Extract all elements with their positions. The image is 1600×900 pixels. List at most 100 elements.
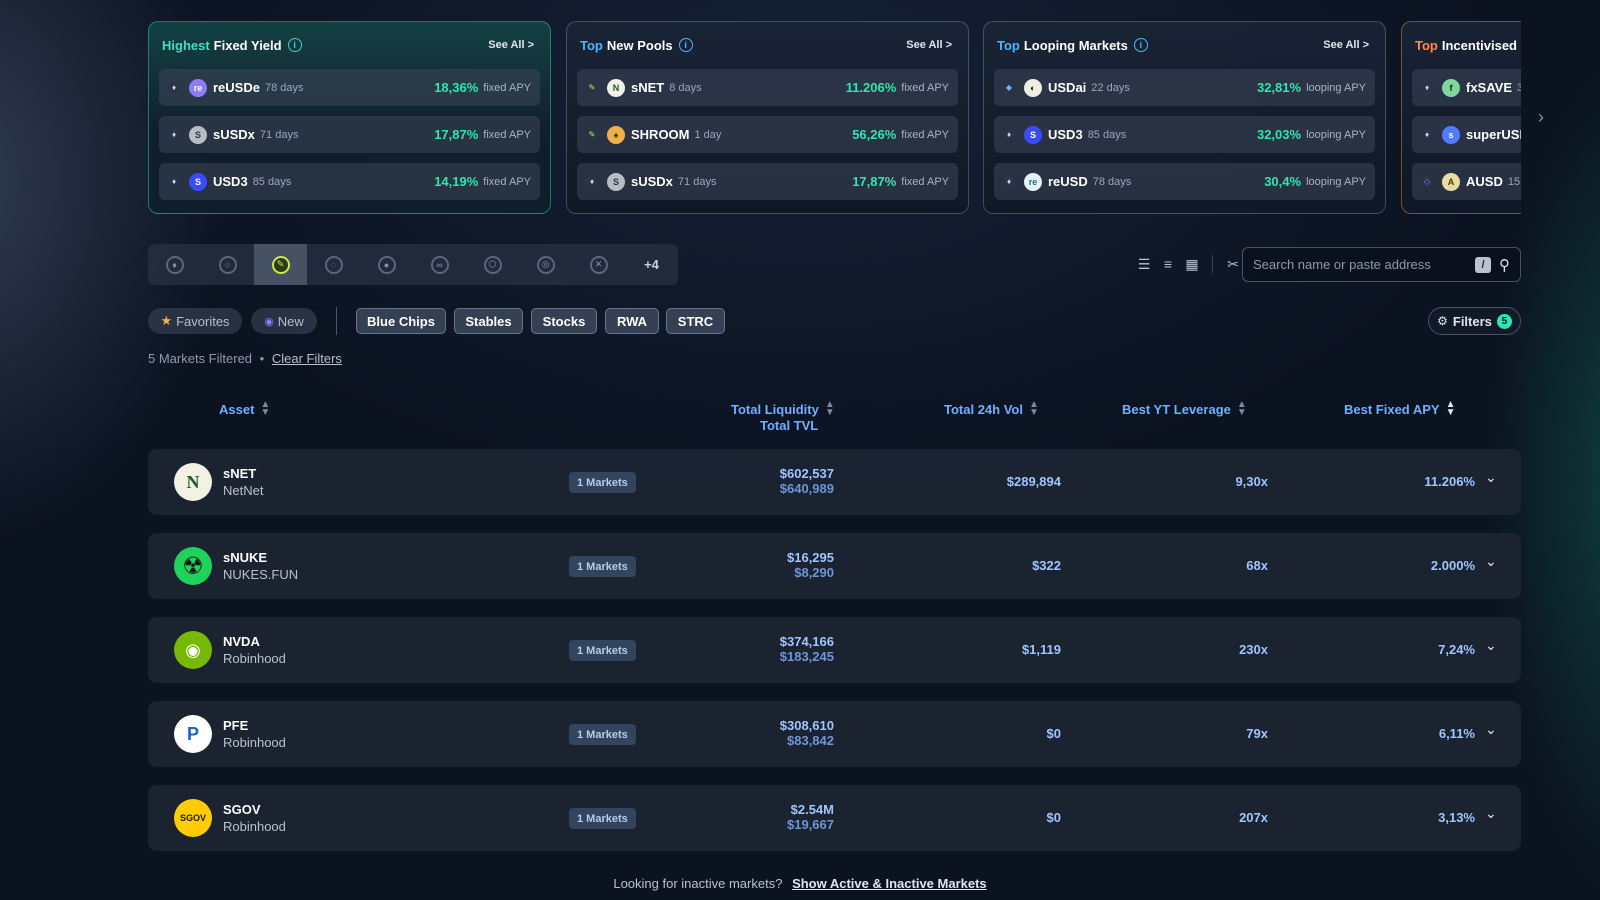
column-header-fixed-apy[interactable]: Best Fixed APY ▲ ▼ <box>1344 399 1456 418</box>
column-header-24h-vol[interactable]: Total 24h Vol ▲ ▼ <box>944 399 1039 418</box>
chain-filter-x[interactable]: ✕ <box>572 244 625 285</box>
sort-icon: ▲ ▼ <box>260 399 271 418</box>
total-tvl: $183,245 <box>779 649 834 664</box>
chevron-down-icon[interactable]: ⌄ <box>1485 805 1497 822</box>
asset-name: NUKES.FUN <box>223 567 299 582</box>
filters-button[interactable]: ⚙ Filters 5 <box>1428 307 1521 335</box>
pool-row[interactable]: ♦ re reUSD 78 days 30,4% looping APY <box>994 163 1375 200</box>
pool-row[interactable]: ◆ ◐ USDai 22 days 32,81% looping APY <box>994 69 1375 106</box>
liquidity-cell: $2.54M $19,667 <box>734 802 834 832</box>
pool-apy: 18,36% <box>434 80 479 95</box>
footer-question: Looking for inactive markets? <box>613 876 783 891</box>
chevron-down-icon[interactable]: ⌄ <box>1485 721 1497 738</box>
tag-rwa[interactable]: RWA <box>605 308 659 334</box>
pool-symbol: USD3 <box>213 174 248 189</box>
chevron-down-icon[interactable]: ⌄ <box>1485 469 1497 486</box>
favorites-label: Favorites <box>176 313 230 329</box>
pool-apy-kind: fixed APY <box>901 175 949 188</box>
divider <box>336 307 337 335</box>
best-fixed-apy: 6,11% <box>1438 726 1475 741</box>
tag-stables[interactable]: Stables <box>454 308 523 334</box>
chain-filter-more[interactable]: +4 <box>625 244 678 285</box>
mode-chain-icon: ✎ <box>586 81 598 94</box>
pool-row[interactable]: ♦ S sUSDx 71 days 17,87% fixed APY <box>159 116 540 153</box>
table-row[interactable]: P PFE Robinhood 1 Markets $308,610 $83,8… <box>148 701 1521 767</box>
pool-apy-kind: fixed APY <box>483 81 531 94</box>
pool-row[interactable]: ♦ f fxSAVE 3 <box>1412 69 1521 106</box>
header-label: Asset <box>219 401 255 417</box>
chain-icon: ◆ <box>1003 81 1015 94</box>
info-icon[interactable]: i <box>287 38 302 52</box>
pool-row[interactable]: ♦ S USD3 85 days 14,19% fixed APY <box>159 163 540 200</box>
search-icon[interactable]: ⚲ <box>1499 256 1510 274</box>
search-input[interactable] <box>1253 257 1475 272</box>
hexagon-icon: ⬡ <box>483 255 502 274</box>
sort-icon: ▲ ▼ <box>1236 399 1247 418</box>
tag-strc[interactable]: STRC <box>666 308 725 334</box>
chain-icon: ◇ <box>1421 175 1433 188</box>
table-row[interactable]: N sNET NetNet 1 Markets $602,537 $640,98… <box>148 449 1521 515</box>
pool-row[interactable]: ♦ S sUSDx 71 days 17,87% fixed APY <box>577 163 958 200</box>
table-row[interactable]: SGOV SGOV Robinhood 1 Markets $2.54M $19… <box>148 785 1521 851</box>
pool-apy-kind: fixed APY <box>483 128 531 141</box>
markets-badge[interactable]: 1 Markets <box>569 556 636 577</box>
see-all-link[interactable]: See All > <box>1323 39 1369 51</box>
header-label: Best Fixed APY <box>1344 401 1440 417</box>
header-label: Best YT Leverage <box>1122 401 1231 417</box>
ethereum-icon: ♦ <box>165 255 184 274</box>
show-inactive-markets-link[interactable]: Show Active & Inactive Markets <box>792 876 987 891</box>
see-all-link[interactable]: See All > <box>906 39 952 51</box>
tools-icon[interactable]: ✂ <box>1225 256 1241 272</box>
tag-blue-chips[interactable]: Blue Chips <box>356 308 446 334</box>
favorites-chip[interactable]: ★ Favorites <box>148 308 242 334</box>
markets-badge[interactable]: 1 Markets <box>569 640 636 661</box>
info-icon[interactable]: i <box>1133 38 1148 52</box>
asset-name: Robinhood <box>223 819 286 834</box>
info-icon[interactable]: i <box>678 38 693 52</box>
chain-filter-mode[interactable]: ✎ <box>254 244 307 285</box>
column-header-yt-leverage[interactable]: Best YT Leverage ▲ ▼ <box>1122 399 1247 418</box>
tag-stocks[interactable]: Stocks <box>531 308 597 334</box>
chain-filter-link[interactable]: ∞ <box>413 244 466 285</box>
pool-days: 78 days <box>1092 175 1132 188</box>
grid-view-icon[interactable]: ▦ <box>1184 256 1200 272</box>
markets-badge[interactable]: 1 Markets <box>569 472 636 493</box>
pool-symbol: sUSDx <box>631 174 673 189</box>
chain-filter-optimism[interactable]: ○ <box>201 244 254 285</box>
pool-row[interactable]: ♦ s superUSD <box>1412 116 1521 153</box>
pool-row[interactable]: ✎ N sNET 8 days 11.206% fixed APY <box>577 69 958 106</box>
pool-row[interactable]: ♦ re reUSDe 78 days 18,36% fixed APY <box>159 69 540 106</box>
chevron-down-icon[interactable]: ⌄ <box>1485 553 1497 570</box>
pool-apy: 30,4% <box>1264 174 1302 189</box>
chain-filter-hex[interactable]: ⬡ <box>466 244 519 285</box>
chain-filter-ethereum[interactable]: ♦ <box>148 244 201 285</box>
chevron-down-icon[interactable]: ⌄ <box>1485 637 1497 654</box>
pool-row[interactable]: ✎ ♠ SHROOM 1 day 56,26% fixed APY <box>577 116 958 153</box>
chain-filter-swirl[interactable]: ◌ <box>307 244 360 285</box>
clear-filters-link[interactable]: Clear Filters <box>272 351 342 366</box>
sort-icon: ▲ ▼ <box>1445 399 1456 418</box>
token-icon: re <box>189 78 207 97</box>
markets-badge[interactable]: 1 Markets <box>569 724 636 745</box>
new-label: New <box>277 313 304 329</box>
list-view-icon[interactable]: ≡ <box>1160 256 1176 272</box>
pool-row[interactable]: ♦ S USD3 85 days 32,03% looping APY <box>994 116 1375 153</box>
see-all-link[interactable]: See All > <box>488 39 534 51</box>
carousel-next-icon[interactable]: › <box>1538 107 1544 128</box>
pool-row[interactable]: ◇ A AUSD 15 <box>1412 163 1521 200</box>
sort-icon: ▲ ▼ <box>1028 399 1039 418</box>
column-header-liquidity[interactable]: Total Liquidity ▲ ▼ <box>731 400 835 418</box>
list-view-detailed-icon[interactable]: ☰ <box>1136 256 1152 272</box>
chain-filter-ring[interactable]: ◎ <box>519 244 572 285</box>
table-row[interactable]: ◉ NVDA Robinhood 1 Markets $374,166 $183… <box>148 617 1521 683</box>
card-top-new-pools: Top New Pools i See All > ✎ N sNET 8 days… <box>566 21 969 214</box>
card-highest-fixed-yield: Highest Fixed Yield i See All > ♦ re reUS… <box>148 21 551 214</box>
column-header-asset[interactable]: Asset ▲ ▼ <box>219 399 271 418</box>
new-chip[interactable]: ◉ New <box>251 308 317 334</box>
token-icon: S <box>1024 125 1042 144</box>
total-liquidity: $374,166 <box>779 634 834 649</box>
liquidity-cell: $602,537 $640,989 <box>734 466 834 496</box>
markets-badge[interactable]: 1 Markets <box>569 808 636 829</box>
table-row[interactable]: ☢ sNUKE NUKES.FUN 1 Markets $16,295 $8,2… <box>148 533 1521 599</box>
chain-filter-coin[interactable]: ● <box>360 244 413 285</box>
